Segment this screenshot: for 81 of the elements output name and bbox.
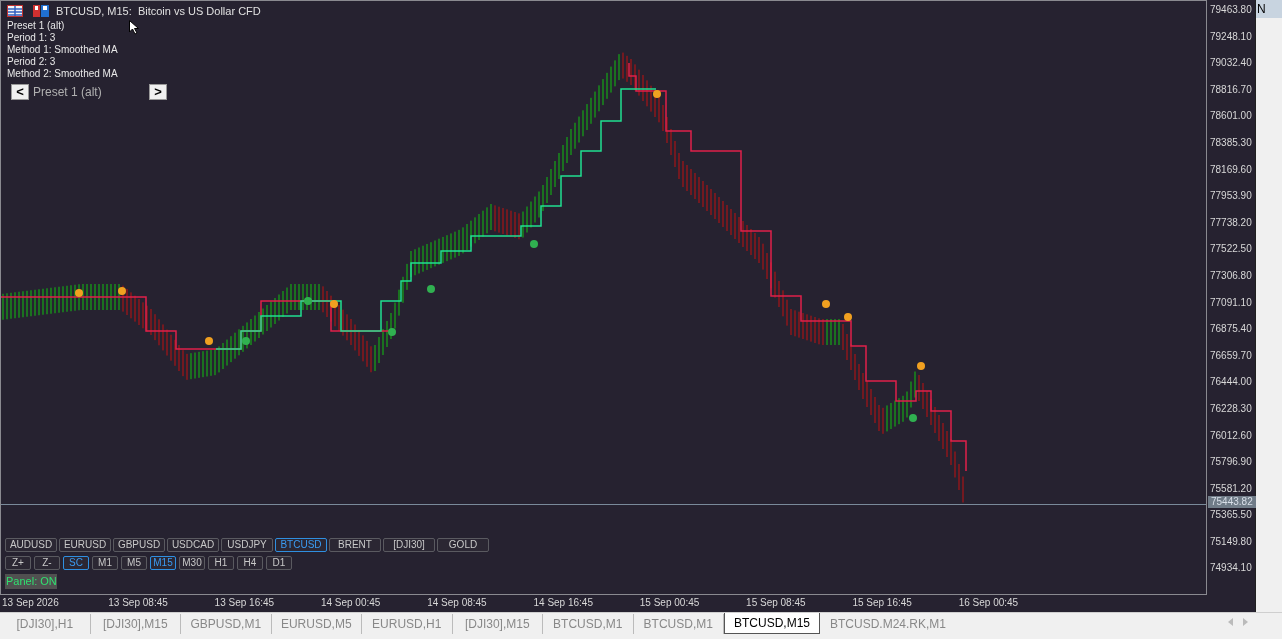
buy-signal-marker [530,240,538,248]
info-text: Preset 1 (alt) [7,20,66,32]
sell-signal-marker [822,300,830,308]
sell-signal-marker [653,90,661,98]
symbol-button[interactable]: USDCAD [167,538,219,552]
previous-button[interactable]: < [11,84,29,100]
price-label: 76228.30 [1209,401,1252,416]
buy-signal-marker [304,297,312,305]
buy-signal-marker [909,414,917,422]
current-price-tag: 75443.82 [1208,495,1256,508]
symbol-button[interactable]: BTCUSD [275,538,327,552]
info-text: Method 2: Smoothed MA [7,68,118,80]
symbol-button[interactable]: BRENT [329,538,381,552]
chart-title: BTCUSD, M15: Bitcoin vs US Dollar CFD [56,4,261,19]
time-label: 15 Sep 00:45 [639,596,701,610]
price-label: 75581.20 [1209,481,1252,496]
symbol-button[interactable]: EURUSD [59,538,111,552]
price-label: 75796.90 [1209,455,1252,470]
price-label: 76012.60 [1209,428,1252,443]
panel-header: N [1257,2,1266,16]
time-label: 13 Sep 08:45 [108,596,169,610]
symbol-button[interactable]: USDJPY [221,538,273,552]
symbol-button[interactable]: GOLD [437,538,489,552]
info-text: Period 2: 3 [7,56,57,68]
table-icon[interactable] [7,5,23,18]
panel-toggle[interactable]: Panel: ON [5,574,57,589]
sell-signal-marker [205,337,213,345]
timeframe-button[interactable]: D1 [266,556,292,570]
save-icon[interactable] [33,5,49,18]
price-label: 79032.40 [1209,56,1252,71]
symbol-button[interactable]: GBPUSD [113,538,165,552]
time-label: 13 Sep 2026 [2,596,60,610]
price-label: 78169.60 [1209,162,1252,177]
price-label: 77091.10 [1209,295,1252,310]
timeframe-button[interactable]: SC [63,556,89,570]
time-label: 16 Sep 00:45 [958,596,1020,610]
timeframe-button[interactable]: M15 [150,556,176,570]
symbol-button[interactable]: AUDUSD [5,538,57,552]
cursor-icon [129,20,139,35]
sell-signal-marker [917,362,925,370]
time-label: 14 Sep 16:45 [533,596,594,610]
sell-signal-marker [118,287,126,295]
sell-signal-marker [844,313,852,321]
price-label: 74934.10 [1209,561,1252,576]
price-label: 77306.80 [1209,268,1252,283]
symbol-button[interactable]: [DJI30] [383,538,435,552]
price-label: 79463.80 [1209,3,1252,17]
timeframe-button[interactable]: Z+ [5,556,31,570]
price-label: 75149.80 [1209,534,1252,549]
price-label: 76659.70 [1209,348,1252,363]
buy-signal-marker [427,285,435,293]
price-label: 78816.70 [1209,82,1252,97]
timeframe-button[interactable]: H4 [237,556,263,570]
time-label: 15 Sep 16:45 [852,596,913,610]
price-label: 77522.50 [1209,242,1252,257]
info-text: Method 1: Smoothed MA [7,44,118,56]
timeframe-button[interactable]: Z- [34,556,60,570]
price-label: 79248.10 [1209,29,1252,44]
buy-signal-marker [388,328,396,336]
time-label: 14 Sep 08:45 [427,596,488,610]
sell-signal-marker [75,289,83,297]
timeframe-button[interactable]: M30 [179,556,205,570]
time-label: 13 Sep 16:45 [214,596,276,610]
next-button[interactable]: > [149,84,167,100]
timeframe-button[interactable]: H1 [208,556,234,570]
price-label: 76444.00 [1209,375,1252,390]
price-label: 76875.40 [1209,322,1252,337]
price-label: 75365.50 [1209,508,1252,523]
sell-signal-marker [330,300,338,308]
time-label: 15 Sep 08:45 [746,596,807,610]
chart-tab[interactable]: BTCUSD,M15 [724,613,820,634]
price-label: 77738.20 [1209,215,1252,230]
time-label: 14 Sep 00:45 [320,596,382,610]
preset-label: Preset 1 (alt) [32,84,103,101]
info-text: Period 1: 3 [7,32,57,44]
price-label: 78601.00 [1209,109,1252,124]
timeframe-button[interactable]: M1 [92,556,118,570]
buy-signal-marker [242,337,250,345]
timeframe-button[interactable]: M5 [121,556,147,570]
price-label: 78385.30 [1209,135,1252,150]
price-label: 77953.90 [1209,189,1252,204]
